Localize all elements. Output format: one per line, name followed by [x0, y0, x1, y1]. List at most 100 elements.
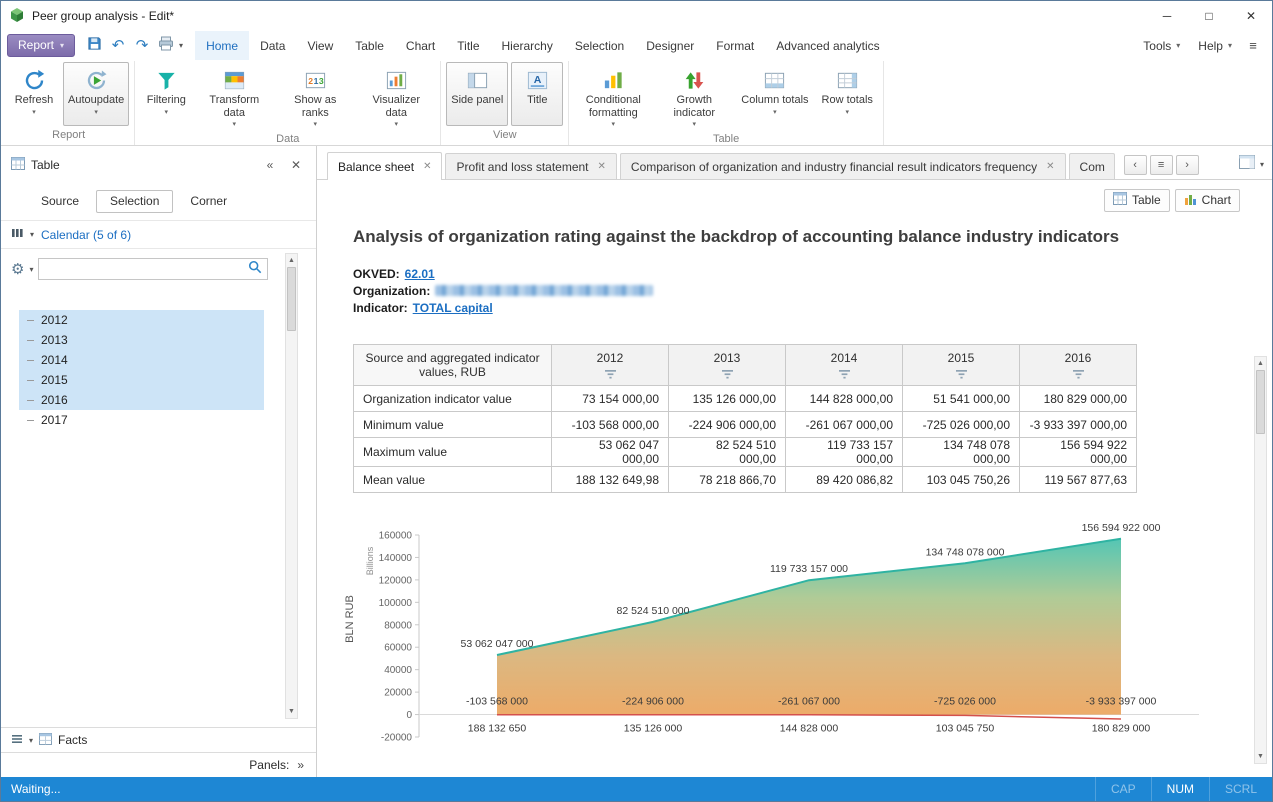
table-cell[interactable]: 103 045 750,26 — [903, 467, 1020, 493]
panels-expand-button[interactable]: » — [297, 758, 304, 772]
scroll-down-button[interactable]: ▼ — [1255, 750, 1266, 763]
table-cell[interactable]: -725 026 000,00 — [903, 412, 1020, 438]
next-tab-button[interactable]: › — [1176, 155, 1199, 175]
ribbon-tab-home[interactable]: Home — [195, 31, 249, 60]
ribbon-tab-title[interactable]: Title — [446, 31, 490, 60]
layout-icon[interactable] — [1239, 155, 1255, 174]
table-cell[interactable]: -103 568 000,00 — [552, 412, 669, 438]
caret-down-icon[interactable]: ▾ — [30, 230, 34, 239]
table-header-2014[interactable]: 2014 — [786, 345, 903, 386]
help-menu[interactable]: Help ▾ — [1190, 35, 1240, 57]
print-button[interactable] — [154, 35, 178, 57]
view-toggle-chart-button[interactable]: Chart — [1175, 189, 1240, 212]
transform-data-button[interactable]: Transform data ▾ — [195, 62, 273, 130]
sidebar-tab-source[interactable]: Source — [27, 190, 93, 213]
table-cell[interactable]: 119 733 157 000,00 — [786, 438, 903, 467]
scroll-thumb[interactable] — [287, 267, 296, 331]
gear-icon[interactable]: ⚙ — [11, 262, 24, 277]
filter-icon[interactable] — [1073, 368, 1084, 382]
table-cell[interactable]: 89 420 086,82 — [786, 467, 903, 493]
row-name-cell[interactable]: Minimum value — [354, 412, 552, 438]
okved-link[interactable]: 62.01 — [405, 267, 435, 281]
close-tab-icon[interactable]: ✕ — [423, 161, 431, 172]
table-cell[interactable]: 156 594 922 000,00 — [1020, 438, 1137, 467]
close-tab-icon[interactable]: ✕ — [598, 161, 606, 172]
table-header-2012[interactable]: 2012 — [552, 345, 669, 386]
dimension-selector[interactable]: Calendar (5 of 6) — [41, 228, 131, 242]
growth-indicator-button[interactable]: Growth indicator ▾ — [655, 62, 733, 130]
sidebar-scrollbar[interactable]: ▲ ▼ — [285, 253, 298, 719]
ribbon-tab-designer[interactable]: Designer — [635, 31, 705, 60]
scroll-up-button[interactable]: ▲ — [1255, 357, 1266, 370]
prev-tab-button[interactable]: ‹ — [1124, 155, 1147, 175]
doc-tab-truncated[interactable]: Com — [1069, 153, 1115, 179]
year-item[interactable]: 2016 — [19, 390, 264, 410]
view-toggle-table-button[interactable]: Table — [1104, 189, 1170, 212]
table-cell[interactable]: -224 906 000,00 — [669, 412, 786, 438]
filter-icon[interactable] — [722, 368, 733, 382]
content-scrollbar[interactable]: ▲ ▼ — [1254, 356, 1267, 764]
table-header-2016[interactable]: 2016 — [1020, 345, 1137, 386]
print-dropdown-caret-icon[interactable]: ▾ — [179, 41, 183, 50]
save-button[interactable] — [82, 35, 106, 57]
doc-tab-balance-sheet[interactable]: Balance sheet ✕ — [327, 152, 442, 180]
table-header-values[interactable]: Source and aggregated indicator values, … — [354, 345, 552, 386]
ribbon-tab-data[interactable]: Data — [249, 31, 296, 60]
table-cell[interactable]: 73 154 000,00 — [552, 386, 669, 412]
table-cell[interactable]: 119 567 877,63 — [1020, 467, 1137, 493]
table-header-2013[interactable]: 2013 — [669, 345, 786, 386]
report-menu-button[interactable]: Report ▾ — [7, 34, 75, 57]
scroll-thumb[interactable] — [1256, 370, 1265, 434]
table-cell[interactable]: 78 218 866,70 — [669, 467, 786, 493]
ribbon-tab-view[interactable]: View — [296, 31, 344, 60]
table-cell[interactable]: 135 126 000,00 — [669, 386, 786, 412]
filter-icon[interactable] — [956, 368, 967, 382]
year-item[interactable]: 2012 — [19, 310, 264, 330]
table-cell[interactable]: 53 062 047 000,00 — [552, 438, 669, 467]
row-name-cell[interactable]: Organization indicator value — [354, 386, 552, 412]
column-totals-button[interactable]: Column totals ▾ — [736, 62, 813, 126]
year-item[interactable]: 2017 — [19, 410, 264, 430]
visualizer-data-button[interactable]: Visualizer data ▾ — [357, 62, 435, 130]
doc-tab-comparison[interactable]: Comparison of organization and industry … — [620, 153, 1066, 179]
table-cell[interactable]: 134 748 078 000,00 — [903, 438, 1020, 467]
conditional-formatting-button[interactable]: Conditional formatting ▾ — [574, 62, 652, 130]
table-cell[interactable]: 188 132 649,98 — [552, 467, 669, 493]
ribbon-tab-table[interactable]: Table — [344, 31, 395, 60]
table-cell[interactable]: 51 541 000,00 — [903, 386, 1020, 412]
sidebar-tab-corner[interactable]: Corner — [176, 190, 241, 213]
close-panel-button[interactable]: ✕ — [286, 155, 306, 175]
row-name-cell[interactable]: Maximum value — [354, 438, 552, 467]
table-header-2015[interactable]: 2015 — [903, 345, 1020, 386]
table-cell[interactable]: -3 933 397 000,00 — [1020, 412, 1137, 438]
ribbon-tab-hierarchy[interactable]: Hierarchy — [491, 31, 564, 60]
ribbon-tab-format[interactable]: Format — [705, 31, 765, 60]
tools-menu[interactable]: Tools ▾ — [1135, 35, 1188, 57]
ribbon-tab-selection[interactable]: Selection — [564, 31, 635, 60]
facts-list-icon[interactable] — [11, 733, 23, 748]
table-cell[interactable]: 144 828 000,00 — [786, 386, 903, 412]
show-as-ranks-button[interactable]: 213 Show as ranks ▾ — [276, 62, 354, 130]
close-button[interactable]: ✕ — [1230, 1, 1272, 31]
year-item[interactable]: 2015 — [19, 370, 264, 390]
undo-button[interactable]: ↶ — [106, 35, 130, 57]
close-tab-icon[interactable]: ✕ — [1046, 161, 1054, 172]
caret-down-icon[interactable]: ▾ — [29, 736, 33, 745]
table-cell[interactable]: 82 524 510 000,00 — [669, 438, 786, 467]
tab-list-button[interactable]: ≡ — [1150, 155, 1173, 175]
side-panel-toggle[interactable]: Side panel — [446, 62, 508, 126]
filter-icon[interactable] — [839, 368, 850, 382]
caret-down-icon[interactable]: ▾ — [29, 265, 33, 274]
minimize-button[interactable]: ─ — [1146, 1, 1188, 31]
maximize-button[interactable]: □ — [1188, 1, 1230, 31]
sidebar-tab-selection[interactable]: Selection — [96, 190, 173, 213]
year-item[interactable]: 2013 — [19, 330, 264, 350]
redo-button[interactable]: ↷ — [130, 35, 154, 57]
doc-tab-profit-loss[interactable]: Profit and loss statement ✕ — [445, 153, 616, 179]
row-totals-button[interactable]: Row totals ▾ — [817, 62, 878, 126]
search-icon[interactable] — [248, 260, 262, 279]
filter-icon[interactable] — [605, 368, 616, 382]
filtering-button[interactable]: Filtering ▾ — [140, 62, 192, 126]
table-cell[interactable]: -261 067 000,00 — [786, 412, 903, 438]
scroll-up-button[interactable]: ▲ — [286, 254, 297, 267]
